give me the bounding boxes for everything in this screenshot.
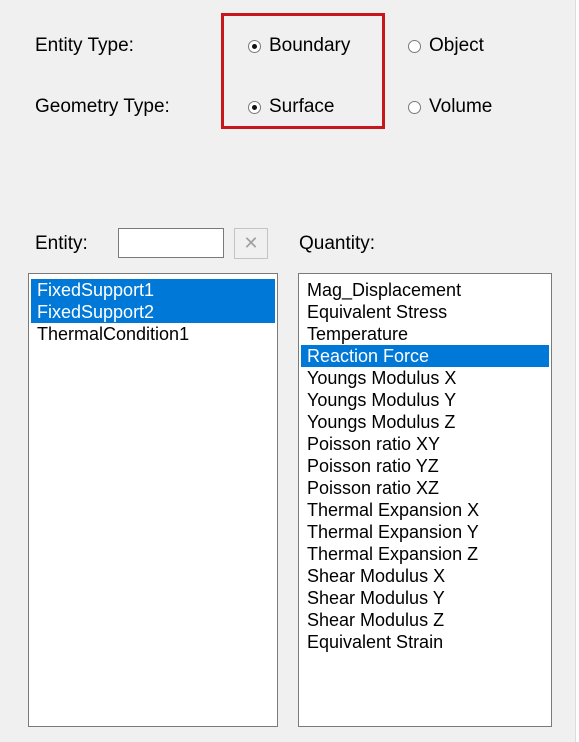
list-item[interactable]: Poisson ratio YZ [301, 455, 549, 477]
list-item[interactable]: Equivalent Stress [301, 301, 549, 323]
list-item[interactable]: Reaction Force [301, 345, 549, 367]
entity-type-label: Entity Type: [35, 35, 134, 56]
list-item[interactable]: Shear Modulus Y [301, 587, 549, 609]
list-item[interactable]: Youngs Modulus Z [301, 411, 549, 433]
list-item[interactable]: Thermal Expansion Y [301, 521, 549, 543]
list-item[interactable]: Poisson ratio XZ [301, 477, 549, 499]
list-item[interactable]: Equivalent Strain [301, 631, 549, 653]
list-item[interactable]: ThermalCondition1 [31, 323, 275, 345]
list-item[interactable]: Shear Modulus X [301, 565, 549, 587]
geometry-type-label: Geometry Type: [35, 96, 170, 117]
highlight-annotation-box [221, 13, 385, 129]
entity-listbox[interactable]: FixedSupport1 FixedSupport2 ThermalCondi… [28, 273, 278, 727]
quantity-listbox[interactable]: Mag_Displacement Equivalent Stress Tempe… [298, 273, 552, 727]
list-item[interactable]: Poisson ratio XY [301, 433, 549, 455]
entity-filter-label: Entity: [35, 233, 88, 254]
list-item[interactable]: Thermal Expansion X [301, 499, 549, 521]
list-item[interactable]: Youngs Modulus X [301, 367, 549, 389]
list-item[interactable]: Youngs Modulus Y [301, 389, 549, 411]
radio-volume-label: Volume [429, 96, 493, 117]
close-icon: ✕ [243, 233, 259, 253]
radio-object[interactable]: Object [408, 35, 484, 57]
entity-filter-input[interactable] [118, 228, 224, 258]
list-item[interactable]: FixedSupport1 [31, 279, 275, 301]
list-item[interactable]: Shear Modulus Z [301, 609, 549, 631]
quantity-label: Quantity: [299, 233, 376, 254]
radio-object-indicator [408, 39, 421, 53]
radio-object-label: Object [429, 35, 484, 56]
list-item[interactable]: FixedSupport2 [31, 301, 275, 323]
list-item[interactable]: Temperature [301, 323, 549, 345]
window-edge [575, 0, 579, 742]
radio-volume-indicator [408, 100, 421, 114]
clear-filter-button[interactable]: ✕ [234, 228, 268, 259]
radio-volume[interactable]: Volume [408, 96, 492, 118]
list-item[interactable]: Thermal Expansion Z [301, 543, 549, 565]
list-item[interactable]: Mag_Displacement [301, 279, 549, 301]
